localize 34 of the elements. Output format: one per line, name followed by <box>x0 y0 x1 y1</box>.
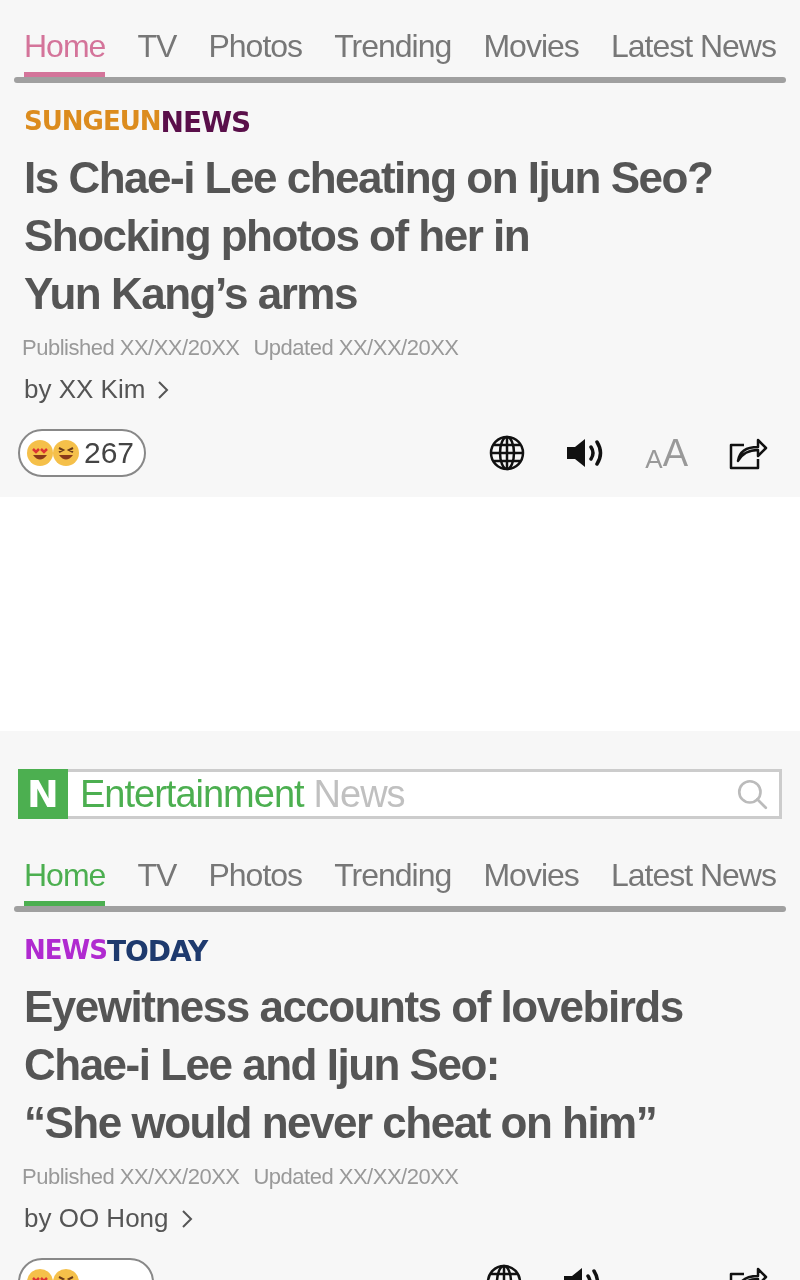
nav-tab[interactable]: Trending <box>334 855 452 906</box>
updated-date: Updated XX/XX/20XX <box>253 334 459 362</box>
headline-line: Chae-i Lee and Ijun Seo: <box>24 1039 500 1091</box>
headline-line: Yun Kang’s arms <box>24 268 358 320</box>
nav-tab[interactable]: Latest News <box>610 855 776 906</box>
headline-line: Eyewitness accounts of lovebirds <box>24 981 684 1033</box>
chevron-icon <box>180 1208 193 1229</box>
site-title: Entertainment <box>80 775 304 813</box>
author-link[interactable]: by OO Hong <box>24 1199 193 1238</box>
site-title-suffix: News <box>313 775 405 813</box>
nav-tab[interactable]: TV <box>137 26 177 77</box>
chevron-icon <box>157 379 170 400</box>
reaction-button[interactable]: 267 <box>18 429 147 477</box>
nav-tab[interactable]: Latest News <box>610 26 776 77</box>
headline-line: Is Chae-i Lee cheating on Ijun Seo? <box>24 152 714 204</box>
headline-line: Shocking photos of her in <box>24 210 531 262</box>
brand-logo: N <box>18 769 68 819</box>
source-logo: SUNGEUNNEWS <box>24 105 252 137</box>
globe-icon[interactable] <box>489 435 526 471</box>
nav-tab[interactable]: Photos <box>208 26 303 77</box>
nav-tab[interactable]: Photos <box>208 855 303 906</box>
emoji-icon <box>26 439 82 467</box>
text-size-button[interactable]: AA <box>645 434 688 472</box>
search-bar[interactable]: N Entertainment News <box>18 769 782 819</box>
nav-tab[interactable]: Movies <box>483 26 579 77</box>
headline-line: “She would never cheat on him” <box>24 1097 658 1149</box>
nav-tab[interactable]: Trending <box>334 26 452 77</box>
published-date: Published XX/XX/20XX <box>22 1163 240 1191</box>
nav-tab[interactable]: TV <box>137 855 177 906</box>
published-date: Published XX/XX/20XX <box>22 334 240 362</box>
author-link[interactable]: by XX Kim <box>24 370 170 409</box>
updated-date: Updated XX/XX/20XX <box>253 1163 459 1191</box>
source-logo: NEWSTODAY <box>24 934 210 966</box>
nav-tab[interactable]: Movies <box>483 855 579 906</box>
